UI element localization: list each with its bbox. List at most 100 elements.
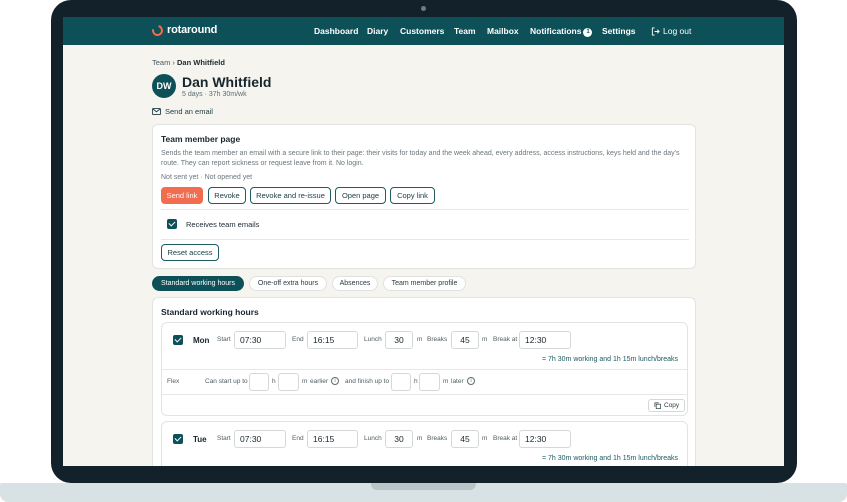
and-finish-up-to-label: and finish up to: [345, 378, 390, 385]
start-label: Start: [217, 435, 231, 442]
day-row-mon: Mon Start 07:30 End 16:15 Lunch 30 m Bre…: [161, 322, 688, 416]
flex-later-minutes-unit: m: [443, 378, 449, 385]
breaks-minutes-input[interactable]: 45: [451, 430, 479, 448]
revoke-reissue-button[interactable]: Revoke and re-issue: [250, 187, 331, 204]
team-member-page-title: Team member page: [161, 134, 241, 144]
breaks-label: Breaks: [427, 435, 448, 442]
day-enabled-checkbox[interactable]: [173, 335, 183, 345]
copy-link-button[interactable]: Copy link: [390, 187, 435, 204]
nav-customers[interactable]: Customers: [400, 26, 444, 36]
lunch-label: Lunch: [364, 435, 382, 442]
day-enabled-checkbox[interactable]: [173, 434, 183, 444]
end-label: End: [292, 435, 304, 442]
breaks-minutes-unit: m: [482, 336, 488, 343]
laptop-mockup: rotaround Dashboard Diary Customers Team…: [0, 0, 847, 502]
breaks-label: Breaks: [427, 336, 448, 343]
lunch-minutes-input[interactable]: 30: [385, 430, 413, 448]
open-page-button[interactable]: Open page: [335, 187, 386, 204]
tab-standard-working-hours[interactable]: Standard working hours: [152, 276, 244, 291]
divider: [161, 239, 689, 240]
notifications-count-badge: 1: [583, 28, 593, 37]
laptop-base-notch: [371, 483, 476, 490]
start-time-input[interactable]: 07:30: [234, 331, 286, 349]
member-subtitle: 5 days · 37h 30m/wk: [182, 91, 247, 98]
lunch-label: Lunch: [364, 336, 382, 343]
logo[interactable]: rotaround: [149, 22, 218, 38]
team-member-page-card: Team member page Sends the team member a…: [152, 124, 696, 269]
later-label: later: [451, 378, 464, 385]
breaks-minutes-input[interactable]: 45: [451, 331, 479, 349]
working-hours-title: Standard working hours: [161, 307, 259, 317]
break-at-input[interactable]: 12:30: [519, 331, 571, 349]
start-label: Start: [217, 336, 231, 343]
copy-icon: [654, 402, 661, 409]
logout-label: Log out: [663, 26, 692, 36]
start-time-input[interactable]: 07:30: [234, 430, 286, 448]
nav-mailbox[interactable]: Mailbox: [487, 26, 519, 36]
flex-later-minutes-input[interactable]: [419, 373, 440, 391]
app-screen: rotaround Dashboard Diary Customers Team…: [63, 17, 784, 466]
info-icon[interactable]: i: [467, 377, 475, 385]
flex-label: Flex: [167, 378, 180, 385]
avatar: DW: [152, 74, 176, 98]
logout-link[interactable]: Log out: [651, 26, 691, 36]
divider: [161, 209, 689, 210]
flex-later-hours-input[interactable]: [391, 373, 411, 391]
breaks-minutes-unit: m: [482, 435, 488, 442]
day-summary: = 7h 30m working and 1h 15m lunch/breaks: [542, 455, 678, 462]
tab-absences[interactable]: Absences: [332, 276, 378, 291]
lunch-minutes-unit: m: [417, 435, 423, 442]
break-at-input[interactable]: 12:30: [519, 430, 571, 448]
info-icon[interactable]: i: [331, 377, 339, 385]
camera-dot: [421, 6, 426, 11]
receives-team-emails-checkbox[interactable]: [167, 219, 177, 229]
receives-team-emails-label: Receives team emails: [186, 220, 260, 229]
divider: [162, 369, 687, 370]
lunch-minutes-input[interactable]: 30: [385, 331, 413, 349]
day-summary: = 7h 30m working and 1h 15m lunch/breaks: [542, 356, 678, 363]
earlier-label: earlier: [310, 378, 329, 385]
top-nav: rotaround Dashboard Diary Customers Team…: [63, 17, 784, 45]
mail-icon: [152, 108, 161, 115]
logo-mark-icon: [149, 22, 166, 38]
breadcrumb-parent[interactable]: Team: [152, 58, 170, 67]
nav-diary[interactable]: Diary: [367, 26, 388, 36]
divider: [162, 394, 687, 395]
breadcrumb-separator: ›: [170, 58, 178, 67]
day-row-tue: Tue Start 07:30 End 16:15 Lunch 30 m Bre…: [161, 421, 688, 466]
nav-settings[interactable]: Settings: [602, 26, 636, 36]
logo-text: rotaround: [167, 24, 218, 36]
copy-day-button[interactable]: Copy: [648, 399, 686, 412]
logout-icon: [651, 26, 660, 36]
link-status: Not sent yet · Not opened yet: [161, 174, 253, 181]
copy-label: Copy: [664, 402, 680, 409]
revoke-button[interactable]: Revoke: [208, 187, 246, 204]
nav-dashboard[interactable]: Dashboard: [314, 26, 358, 36]
page-title: Dan Whitfield: [182, 74, 272, 90]
break-at-label: Break at: [493, 336, 518, 343]
nav-team[interactable]: Team: [454, 26, 476, 36]
breadcrumb: Team › Dan Whitfield: [152, 58, 225, 67]
end-label: End: [292, 336, 304, 343]
breadcrumb-current: Dan Whitfield: [177, 58, 225, 67]
can-start-up-to-label: Can start up to: [205, 378, 248, 385]
day-name: Mon: [193, 336, 210, 345]
end-time-input[interactable]: 16:15: [307, 331, 358, 349]
send-link-button[interactable]: Send link: [161, 187, 203, 204]
flex-earlier-minutes-unit: m: [302, 378, 308, 385]
send-email-link[interactable]: Send an email: [152, 107, 213, 116]
day-name: Tue: [193, 435, 207, 444]
nav-notifications-label: Notifications: [530, 26, 582, 36]
break-at-label: Break at: [493, 435, 518, 442]
tab-team-member-profile[interactable]: Team member profile: [383, 276, 466, 291]
flex-later-hours-unit: h: [414, 378, 418, 385]
flex-earlier-hours-input[interactable]: [249, 373, 269, 391]
flex-earlier-minutes-input[interactable]: [278, 373, 299, 391]
tab-one-off-extra-hours[interactable]: One-off extra hours: [249, 276, 327, 291]
reset-access-button[interactable]: Reset access: [161, 244, 219, 261]
lunch-minutes-unit: m: [417, 336, 423, 343]
standard-working-hours-card: Standard working hours Mon Start 07:30 E…: [152, 297, 696, 466]
end-time-input[interactable]: 16:15: [307, 430, 358, 448]
flex-earlier-hours-unit: h: [272, 378, 276, 385]
nav-notifications[interactable]: Notifications 1: [530, 26, 593, 37]
